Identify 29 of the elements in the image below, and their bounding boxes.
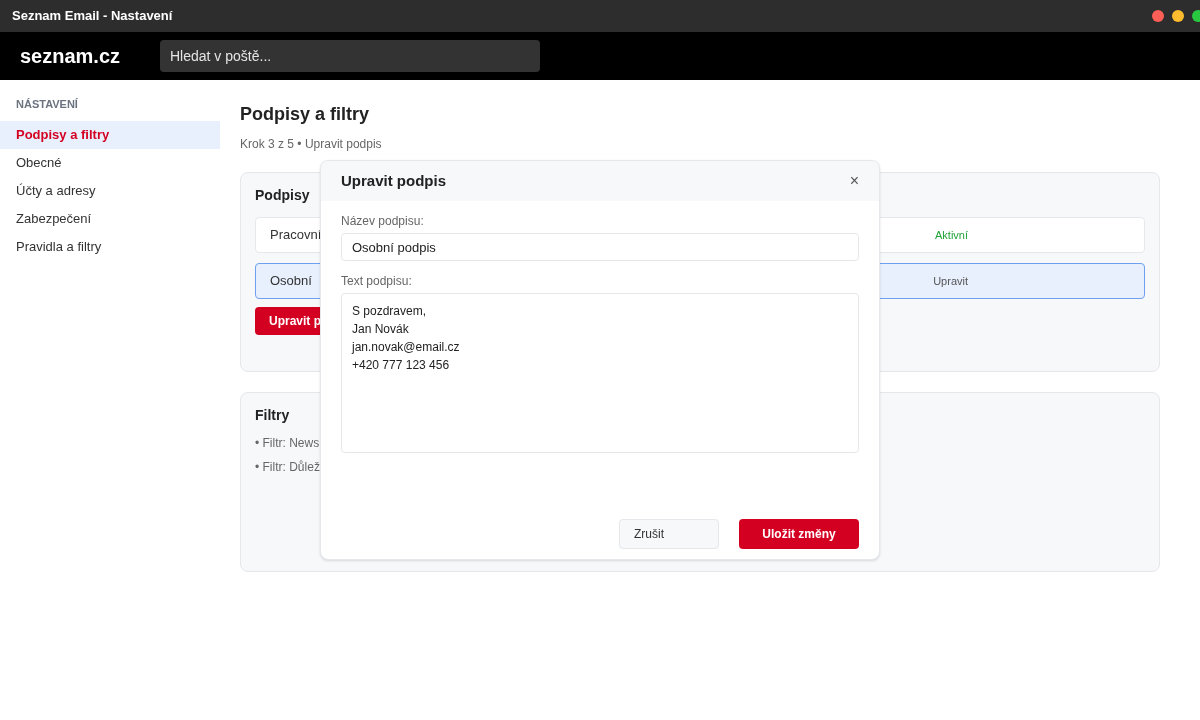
signature-status: Upravit: [933, 273, 968, 289]
logo[interactable]: seznam.cz: [20, 42, 160, 70]
page-subtitle: Krok 3 z 5 • Upravit podpis: [240, 136, 383, 152]
filter-item: • Filtr: News: [255, 435, 321, 451]
dialog-title: Upravit podpis: [341, 170, 446, 191]
page-title: Podpisy a filtry: [240, 103, 371, 126]
card-title: Filtry: [255, 406, 291, 425]
close-button[interactable]: ×: [849, 173, 859, 189]
sidebar-item[interactable]: Zabezpečení: [0, 204, 220, 233]
field-label: Název podpisu:: [341, 213, 425, 229]
field-label: Text podpisu:: [341, 273, 413, 289]
sidebar-item[interactable]: Podpisy a filtry: [0, 120, 220, 149]
sidebar-heading: NÁSTAVENÍ: [15, 97, 79, 112]
card-title: Podpisy: [255, 186, 311, 205]
window-title: Seznam Email - Nastavení: [12, 7, 173, 26]
signature-status: Aktivní: [935, 227, 968, 243]
search-field[interactable]: Hledat v poště...: [160, 40, 540, 72]
signature-name: Osobní: [270, 272, 312, 291]
cancel-button[interactable]: Zrušit: [619, 519, 719, 549]
minimize-window-icon[interactable]: [1172, 10, 1184, 22]
sidebar-item[interactable]: Pravidla a filtry: [0, 232, 220, 261]
name-field[interactable]: Osobní podpis: [341, 233, 859, 261]
signature-name: Pracovní: [270, 226, 322, 245]
filter-item: • Filtr: Důlež: [255, 459, 321, 475]
sidebar-item[interactable]: Obecné: [0, 148, 220, 177]
signature-text-field[interactable]: S pozdravem, Jan Novák jan.novak@email.cz +420 777 123 456: [341, 293, 859, 453]
sidebar-item[interactable]: Účty a adresy: [0, 176, 220, 205]
save-button[interactable]: Uložit změny: [739, 519, 859, 549]
close-window-icon[interactable]: [1152, 10, 1164, 22]
